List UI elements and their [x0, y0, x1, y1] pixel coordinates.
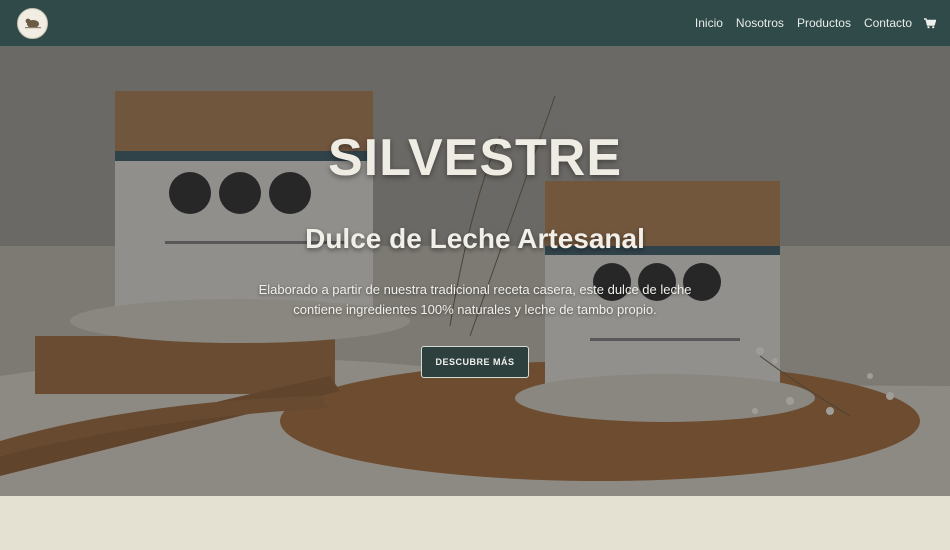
hero-description: Elaborado a partir de nuestra tradiciona… [255, 280, 695, 320]
main-nav: Inicio Nosotros Productos Contacto [682, 16, 936, 30]
nav-link-contacto[interactable]: Contacto [864, 16, 912, 30]
hero-description-line-1: Elaborado a partir de nuestra tradiciona… [258, 282, 692, 297]
hero-title: SILVESTRE [327, 129, 623, 187]
hero-description-line-2: contiene ingredientes 100% naturales y l… [293, 302, 657, 317]
nav-link-productos[interactable]: Productos [797, 16, 851, 30]
cow-logo-icon [24, 18, 41, 29]
hero-subtitle: Dulce de Leche Artesanal [305, 223, 645, 254]
discover-more-button[interactable]: DESCUBRE MÁS [421, 346, 529, 378]
brand-logo[interactable] [17, 7, 48, 39]
shopping-cart-icon[interactable] [924, 17, 936, 29]
navbar: Inicio Nosotros Productos Contacto [0, 0, 950, 46]
nav-link-inicio[interactable]: Inicio [695, 16, 723, 30]
hero-content: SILVESTRE Dulce de Leche Artesanal Elabo… [0, 46, 950, 496]
next-section [0, 496, 950, 550]
nav-link-nosotros[interactable]: Nosotros [736, 16, 784, 30]
hero-section: SILVESTRE Dulce de Leche Artesanal Elabo… [0, 46, 950, 496]
